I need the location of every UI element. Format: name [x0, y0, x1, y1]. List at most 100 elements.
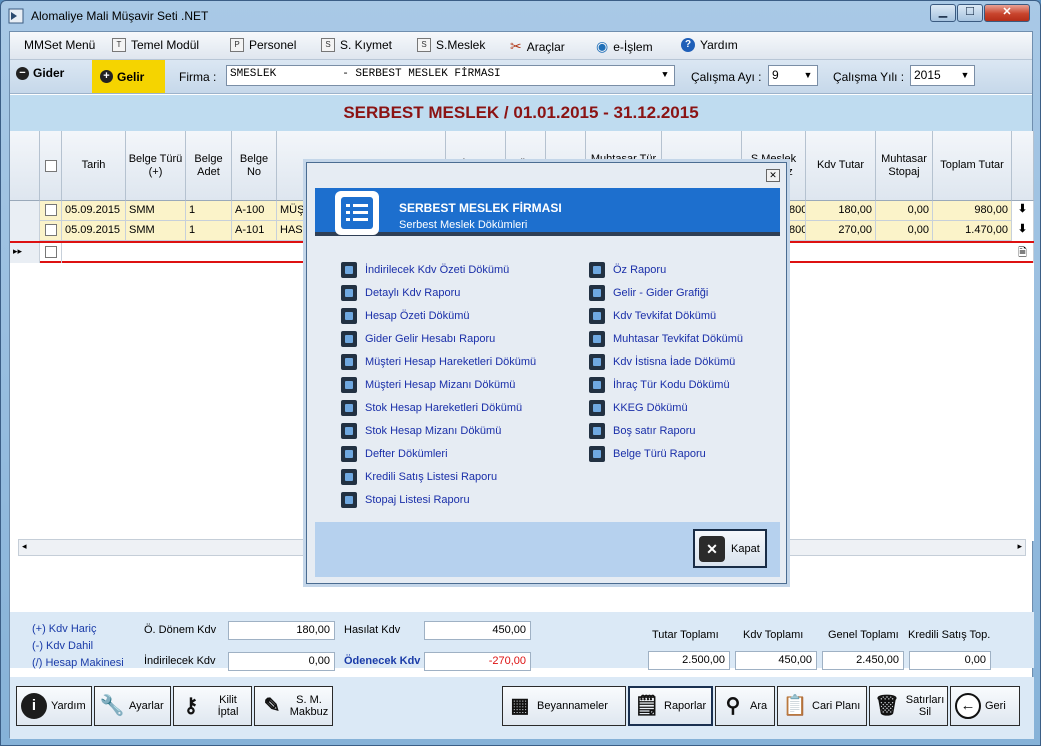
report-item[interactable]: Gelir - Gider Grafiği [589, 285, 708, 301]
report-icon [589, 423, 605, 439]
button-label: Cari Planı [812, 700, 861, 712]
indirilecek-kdv-field[interactable]: 0,00 [228, 652, 335, 671]
cell-toplam[interactable]: 980,00 [933, 201, 1012, 221]
kilit-iptal-button[interactable]: ⚷ Kilit İptal [173, 686, 252, 726]
cell-stopaj[interactable]: 0,00 [876, 221, 933, 241]
report-item[interactable]: Kredili Satış Listesi Raporu [341, 469, 497, 485]
scroll-right-icon[interactable]: ▸ [1017, 541, 1022, 552]
cell-kdv-tutar[interactable]: 270,00 [806, 221, 876, 241]
scroll-left-icon[interactable]: ◂ [22, 541, 27, 552]
kdv-haric-link[interactable]: (+) Kdv Hariç [32, 623, 97, 635]
report-item[interactable]: Stok Hesap Mizanı Dökümü [341, 423, 501, 439]
close-button[interactable]: ✕ [984, 4, 1030, 22]
maximize-button[interactable]: ☐ [957, 4, 983, 22]
calisma-ayi-label: Çalışma Ayı : [691, 70, 762, 84]
satirlari-sil-button[interactable]: 🗑 Satırları Sil [869, 686, 948, 726]
select-all-checkbox[interactable] [44, 159, 57, 172]
column-header[interactable]: Kdv Tutar [806, 131, 876, 201]
report-item-label: Muhtasar Tevkifat Dökümü [613, 333, 744, 345]
o-donem-kdv-field[interactable]: 180,00 [228, 621, 335, 640]
cell-smeslek[interactable]: 800 [786, 221, 806, 241]
chevron-down-icon: ▼ [803, 70, 813, 80]
report-item[interactable]: Kdv İstisna İade Dökümü [589, 354, 735, 370]
row-checkbox[interactable] [44, 204, 57, 216]
cell-belge-turu[interactable]: SMM [126, 201, 186, 221]
download-icon[interactable]: ⬇ [1012, 221, 1034, 241]
report-item[interactable]: Müşteri Hesap Hareketleri Dökümü [341, 354, 536, 370]
report-item[interactable]: Belge Türü Raporu [589, 446, 706, 462]
report-item[interactable]: Müşteri Hesap Mizanı Dökümü [341, 377, 515, 393]
row-checkbox-cell[interactable] [40, 243, 62, 263]
odenecek-kdv-field[interactable]: -270,00 [424, 652, 531, 671]
geri-button[interactable]: ← Geri [950, 686, 1020, 726]
cell-tarih[interactable]: 05.09.2015 [62, 221, 126, 241]
menu-item-temel-modul[interactable]: T Temel Modül [112, 38, 199, 52]
row-checkbox-cell[interactable] [40, 201, 62, 221]
report-item[interactable]: Muhtasar Tevkifat Dökümü [589, 331, 743, 347]
dialog-close-icon[interactable]: ✕ [766, 169, 780, 182]
report-item[interactable]: KKEG Dökümü [589, 400, 688, 416]
gelir-button[interactable]: + Gelir [92, 60, 165, 93]
cell-smeslek[interactable]: 800 [786, 201, 806, 221]
cell-belge-adet[interactable]: 1 [186, 201, 232, 221]
calisma-ayi-select[interactable]: 9 ▼ [768, 65, 818, 86]
sm-makbuz-button[interactable]: ✎ S. M. Makbuz [254, 686, 333, 726]
menu-item-mmset[interactable]: MMSet Menü [24, 38, 95, 52]
menu-label: MMSet Menü [24, 38, 96, 52]
menu-item-s-meslek[interactable]: S S.Meslek [417, 38, 485, 52]
cell-tarih[interactable]: 05.09.2015 [62, 201, 126, 221]
beyannameler-button[interactable]: ▦ Beyannameler [502, 686, 626, 726]
row-checkbox[interactable] [44, 246, 57, 258]
minimize-button[interactable]: ▁ [930, 4, 956, 22]
tutar-toplami-field: 2.500,00 [648, 651, 730, 670]
cell-toplam[interactable]: 1.470,00 [933, 221, 1012, 241]
cell-stopaj[interactable]: 0,00 [876, 201, 933, 221]
column-header[interactable]: Belge No [232, 131, 277, 201]
report-item[interactable]: İndirilecek Kdv Özeti Dökümü [341, 262, 509, 278]
report-item[interactable]: Kdv Tevkifat Dökümü [589, 308, 716, 324]
ayarlar-button[interactable]: 🔧 Ayarlar [94, 686, 171, 726]
menu-item-s-kiymet[interactable]: S S. Kıymet [321, 38, 392, 52]
cell-belge-turu[interactable]: SMM [126, 221, 186, 241]
cell-belge-adet[interactable]: 1 [186, 221, 232, 241]
calisma-yili-select[interactable]: 2015 ▼ [910, 65, 975, 86]
hesap-makinesi-link[interactable]: (/) Hesap Makinesi [32, 657, 124, 669]
menu-item-araclar[interactable]: ✂ Araçlar [510, 38, 565, 55]
firma-select[interactable]: SMESLEK - SERBEST MESLEK FİRMASI ▼ [226, 65, 675, 86]
column-header[interactable]: Belge Adet [186, 131, 232, 201]
document-icon[interactable]: 🗎 [1012, 243, 1034, 263]
column-header[interactable]: Belge Türü (+) [126, 131, 186, 201]
column-header[interactable]: Muhtasar Stopaj [876, 131, 933, 201]
row-checkbox[interactable] [44, 224, 57, 236]
report-item[interactable]: Gider Gelir Hesabı Raporu [341, 331, 495, 347]
yardim-button[interactable]: i Yardım [16, 686, 92, 726]
chevron-down-icon: ▼ [662, 70, 668, 80]
report-item[interactable]: Öz Raporu [589, 262, 666, 278]
cell-belge-no[interactable]: A-100 [232, 201, 277, 221]
cell-kdv-tutar[interactable]: 180,00 [806, 201, 876, 221]
report-item[interactable]: Stok Hesap Hareketleri Dökümü [341, 400, 522, 416]
hasilat-kdv-field[interactable]: 450,00 [424, 621, 531, 640]
report-item[interactable]: Detaylı Kdv Raporu [341, 285, 460, 301]
kapat-button[interactable]: ✕ Kapat [693, 529, 767, 568]
report-item[interactable]: Boş satır Raporu [589, 423, 696, 439]
minus-icon: − [16, 66, 29, 80]
cari-plani-button[interactable]: 📋 Cari Planı [777, 686, 867, 726]
menu-item-personel[interactable]: P Personel [230, 38, 296, 52]
cell-belge-no[interactable]: A-101 [232, 221, 277, 241]
menu-item-yardim[interactable]: ? Yardım [681, 38, 738, 52]
download-icon[interactable]: ⬇ [1012, 201, 1034, 221]
select-all-header[interactable] [40, 131, 62, 201]
row-checkbox-cell[interactable] [40, 221, 62, 241]
kdv-dahil-link[interactable]: (-) Kdv Dahil [32, 640, 93, 652]
gider-button[interactable]: − Gider [16, 66, 64, 80]
report-item[interactable]: İhraç Tür Kodu Dökümü [589, 377, 730, 393]
menu-item-e-islem[interactable]: ◉ e-İşlem [596, 38, 653, 55]
report-item[interactable]: Hesap Özeti Dökümü [341, 308, 470, 324]
report-item[interactable]: Defter Dökümleri [341, 446, 448, 462]
raporlar-button[interactable]: 🗒 Raporlar [628, 686, 713, 726]
column-header[interactable]: Toplam Tutar [933, 131, 1012, 201]
report-item[interactable]: Stopaj Listesi Raporu [341, 492, 470, 508]
ara-button[interactable]: ⚲ Ara [715, 686, 775, 726]
column-header[interactable]: Tarih [62, 131, 126, 201]
